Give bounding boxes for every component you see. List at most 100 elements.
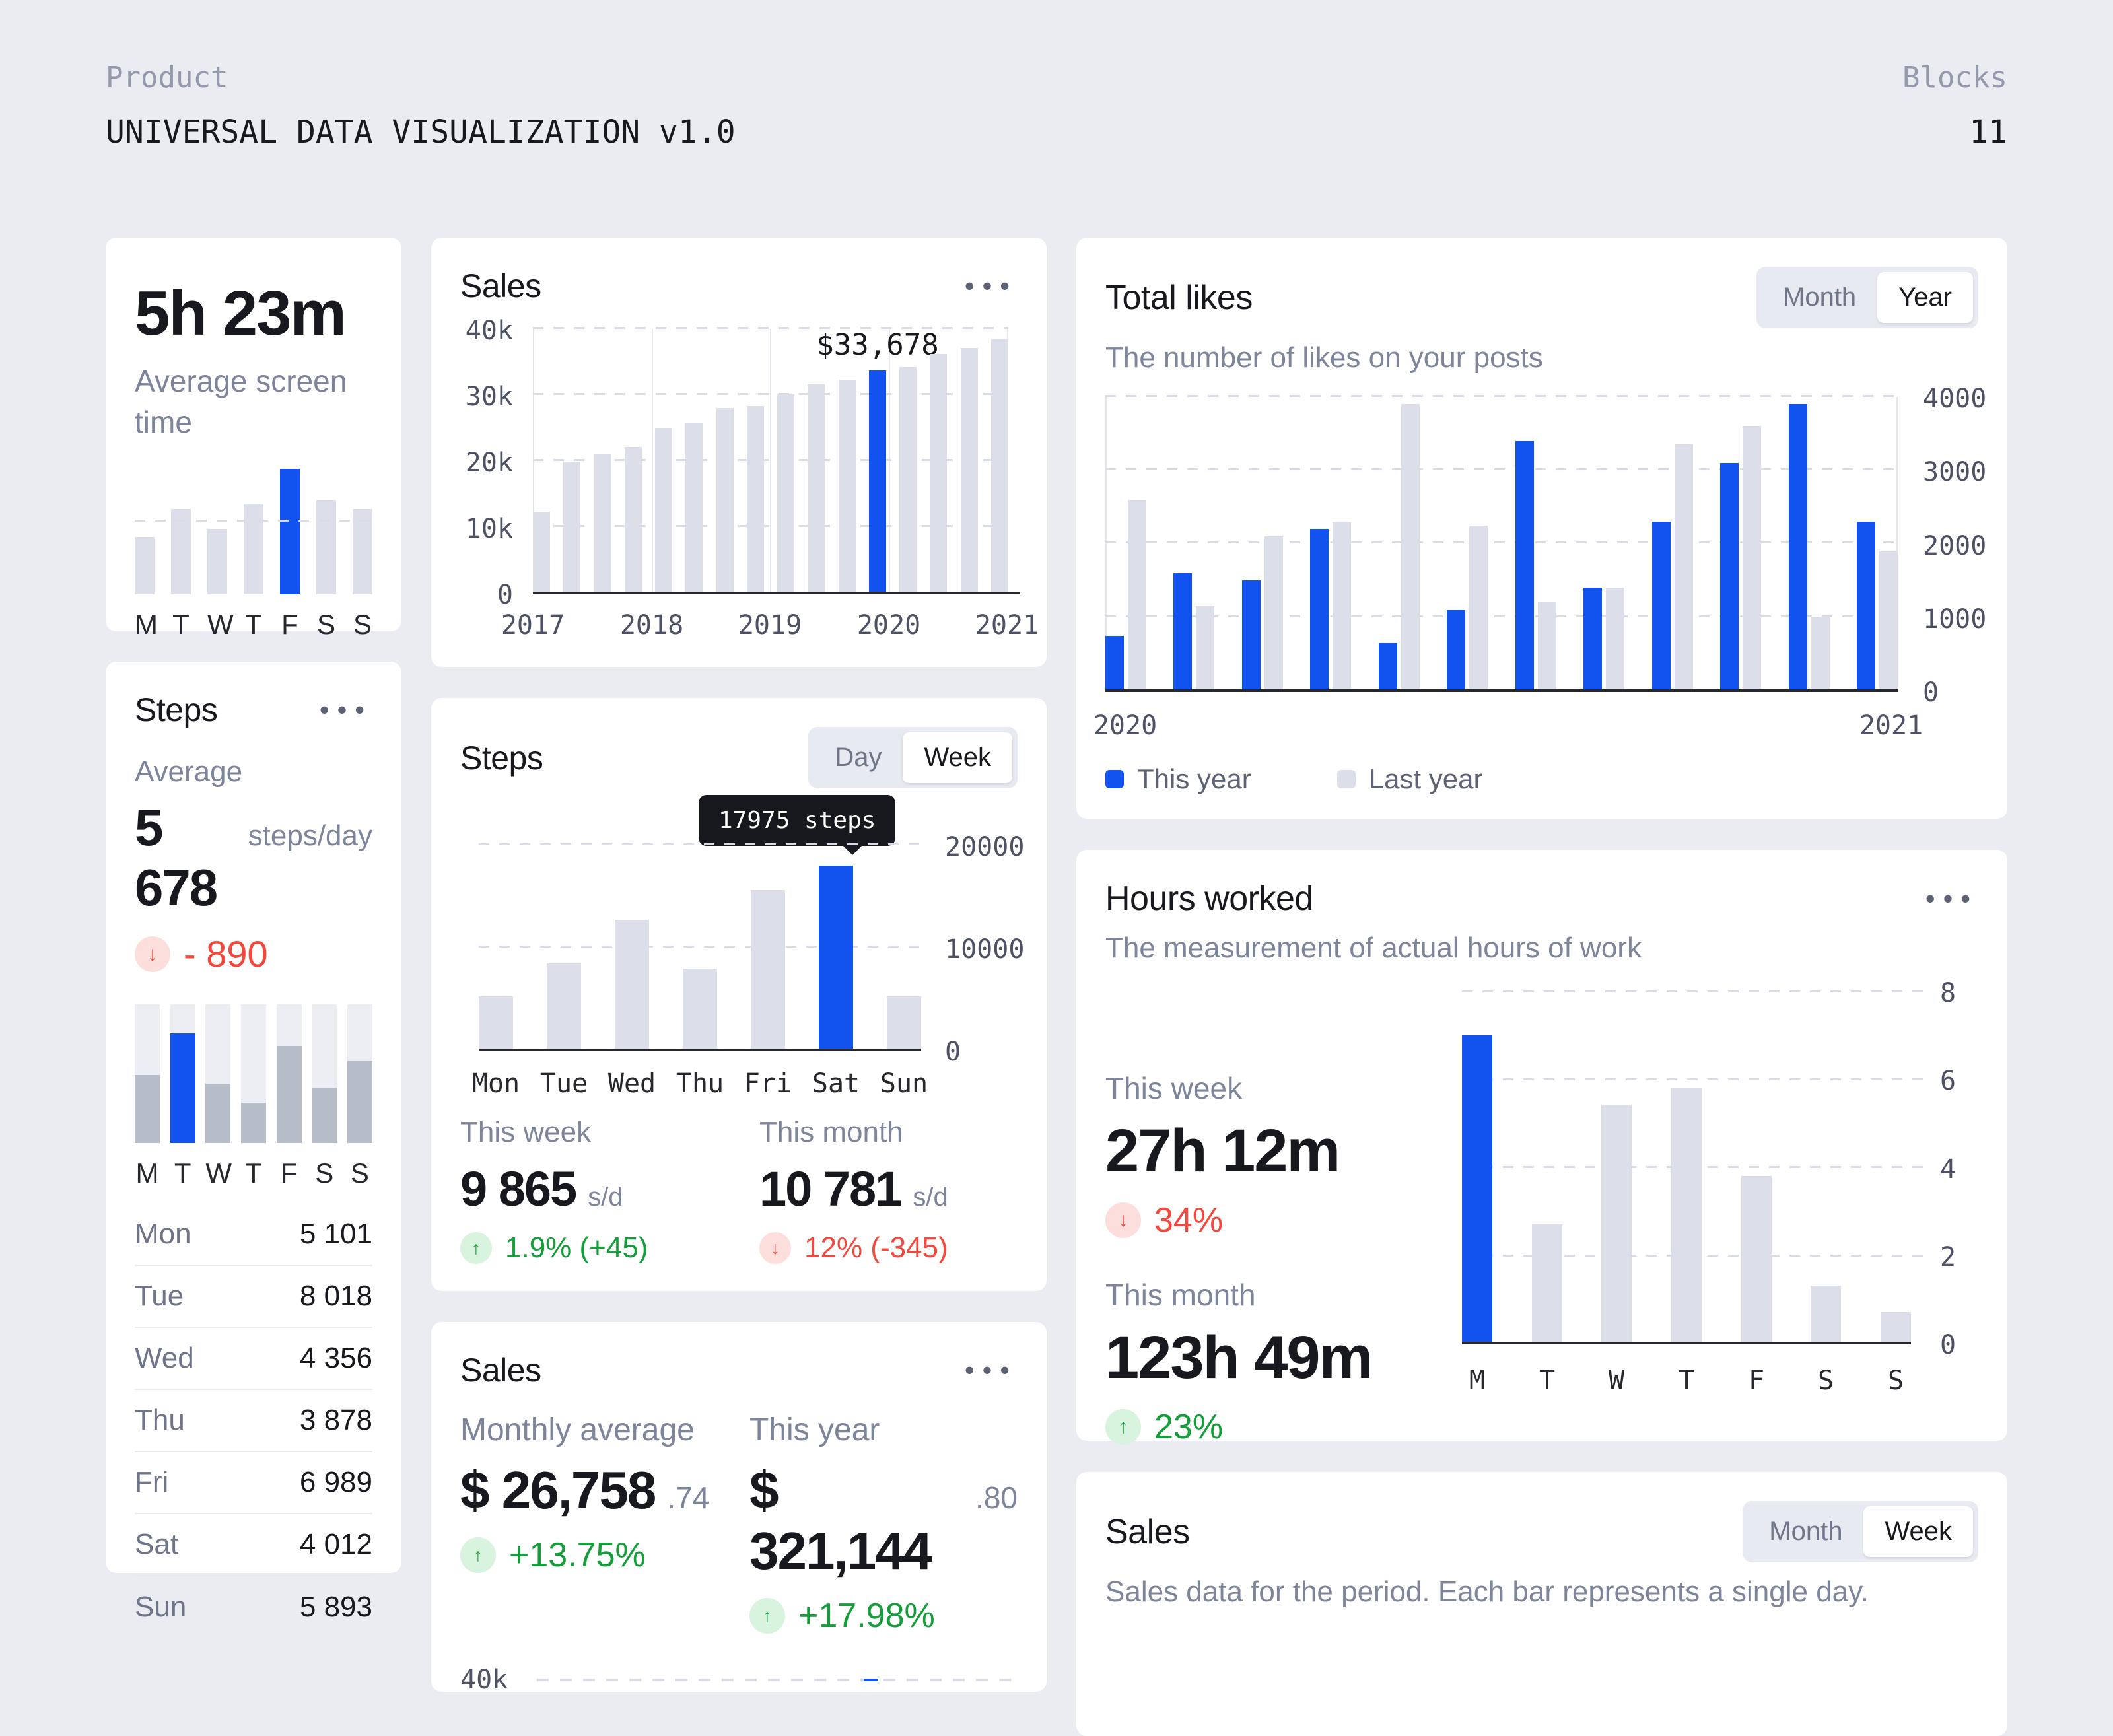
- card-title: Steps: [460, 739, 543, 777]
- x-tick-label: Thu: [676, 1068, 724, 1099]
- bar-track: [205, 1004, 230, 1143]
- bar-last-year: [1469, 526, 1488, 691]
- steps-table: Mon5 101Tue8 018Wed4 356Thu3 878Fri6 989…: [135, 1204, 372, 1638]
- grid-line: [479, 843, 921, 845]
- stat-value: 10 781: [759, 1161, 901, 1217]
- toggle-option-month[interactable]: Month: [1748, 1506, 1863, 1557]
- bar: [716, 408, 734, 593]
- header-meta-value: 11: [1969, 114, 2007, 151]
- bar: [751, 890, 785, 1050]
- x-tick-label: 2020: [1093, 711, 1157, 741]
- table-day-label: Sat: [135, 1528, 178, 1561]
- x-tick-label: S: [312, 1158, 337, 1189]
- month-year-toggle[interactable]: MonthYear: [1756, 267, 1978, 328]
- bar-highlighted: [170, 1033, 195, 1143]
- x-axis-line: [533, 592, 1020, 594]
- bar: [655, 428, 672, 593]
- table-day-value: 5 893: [300, 1591, 372, 1624]
- bar: [747, 406, 764, 593]
- more-menu-icon[interactable]: •••: [1925, 885, 1978, 913]
- bar: [899, 367, 917, 593]
- y-tick-label: 40k: [460, 316, 513, 346]
- x-tick-label: Sat: [812, 1068, 860, 1099]
- highlight-dash: [864, 1679, 878, 1681]
- bar-this-year: [1652, 522, 1671, 691]
- grid-line: [1105, 468, 1898, 470]
- x-tick-label: 2021: [1859, 711, 1923, 741]
- bar: [808, 384, 825, 593]
- stat-label: This week: [1105, 1070, 1462, 1106]
- bar: [1881, 1312, 1911, 1343]
- x-tick-label: T: [170, 1158, 195, 1189]
- toggle-option-week[interactable]: Week: [1863, 1506, 1973, 1557]
- table-row: Wed4 356: [135, 1328, 372, 1390]
- bar: [683, 969, 717, 1050]
- grid-line: [1462, 1078, 1927, 1080]
- card-title: Sales: [460, 267, 541, 305]
- bar-last-year: [1879, 551, 1898, 691]
- y-tick-label: 20000: [945, 832, 1024, 862]
- more-menu-icon[interactable]: •••: [965, 1356, 1018, 1384]
- card-subtitle: The measurement of actual hours of work: [1105, 932, 1978, 965]
- day-week-toggle[interactable]: DayWeek: [808, 727, 1018, 788]
- bar: [533, 512, 550, 593]
- bar: [961, 348, 978, 593]
- toggle-option-month[interactable]: Month: [1762, 272, 1877, 323]
- toggle-option-day[interactable]: Day: [814, 732, 903, 783]
- bar: [685, 423, 703, 593]
- card-sales-annual: Sales ••• 20172018201920202021010k20k30k…: [431, 238, 1047, 667]
- bar-fill: [312, 1088, 337, 1143]
- stat-label: This month: [1105, 1277, 1462, 1313]
- stat-delta: ↑ +17.98%: [749, 1596, 1018, 1636]
- stat-delta: ↑ 23%: [1105, 1407, 1462, 1447]
- bars: [135, 1004, 372, 1143]
- x-tick-label: T: [244, 609, 263, 641]
- dashboard-page: { "header": { "eyebrow": "Product", "tit…: [0, 0, 2113, 1585]
- y-tick-label: 8: [1940, 978, 1956, 1008]
- card-title: Sales: [1105, 1512, 1190, 1552]
- table-day-value: 3 878: [300, 1404, 372, 1437]
- x-tick-label: S: [316, 609, 336, 641]
- more-menu-icon[interactable]: •••: [320, 696, 372, 724]
- grid-line: [1462, 990, 1927, 992]
- bar-track: [277, 1004, 302, 1143]
- table-day-value: 4 012: [300, 1528, 372, 1561]
- bar-highlighted: [869, 370, 886, 593]
- trend-arrow-icon: ↓: [1105, 1202, 1141, 1238]
- bar-last-year: [1811, 617, 1830, 691]
- x-tick-label: T: [241, 1158, 266, 1189]
- x-axis-labels: MTWTFSS: [135, 1158, 372, 1189]
- stat-label: This week: [460, 1116, 759, 1149]
- bar: [1671, 1088, 1702, 1343]
- x-tick-label: F: [277, 1158, 302, 1189]
- trend-arrow-icon: ↓: [759, 1232, 791, 1264]
- month-week-toggle[interactable]: MonthWeek: [1743, 1501, 1978, 1562]
- grid-line: [479, 946, 921, 948]
- delta-value: - 890: [184, 932, 268, 975]
- grid-line-vertical: [652, 329, 653, 593]
- stat-value: 9 865: [460, 1161, 576, 1217]
- bar-last-year: [1196, 606, 1214, 691]
- delta-value: +17.98%: [798, 1596, 935, 1636]
- delta-value: 1.9% (+45): [505, 1232, 648, 1265]
- card-title: Hours worked: [1105, 879, 1313, 919]
- bar-track: [135, 1004, 160, 1143]
- trend-arrow-icon: ↑: [460, 1537, 496, 1573]
- x-tick-label: W: [205, 1158, 230, 1189]
- stat-value: $ 26,758: [460, 1460, 655, 1521]
- toggle-option-year[interactable]: Year: [1877, 272, 1973, 323]
- stat-delta: ↑ +13.75%: [460, 1535, 749, 1575]
- bar-fill: [241, 1103, 266, 1143]
- bar: [547, 963, 581, 1050]
- grid-line-vertical: [889, 329, 890, 593]
- stat-cents: .80: [975, 1480, 1018, 1515]
- more-menu-icon[interactable]: •••: [965, 272, 1018, 300]
- grid-line-vertical: [770, 329, 771, 593]
- toggle-option-week[interactable]: Week: [903, 732, 1012, 783]
- bar-this-year: [1857, 522, 1875, 691]
- bar: [171, 509, 191, 594]
- grid-line: [1105, 395, 1898, 397]
- delta-value: 12% (-345): [804, 1232, 948, 1265]
- y-tick-label: 40k: [460, 1665, 508, 1695]
- bar-this-year: [1515, 441, 1534, 691]
